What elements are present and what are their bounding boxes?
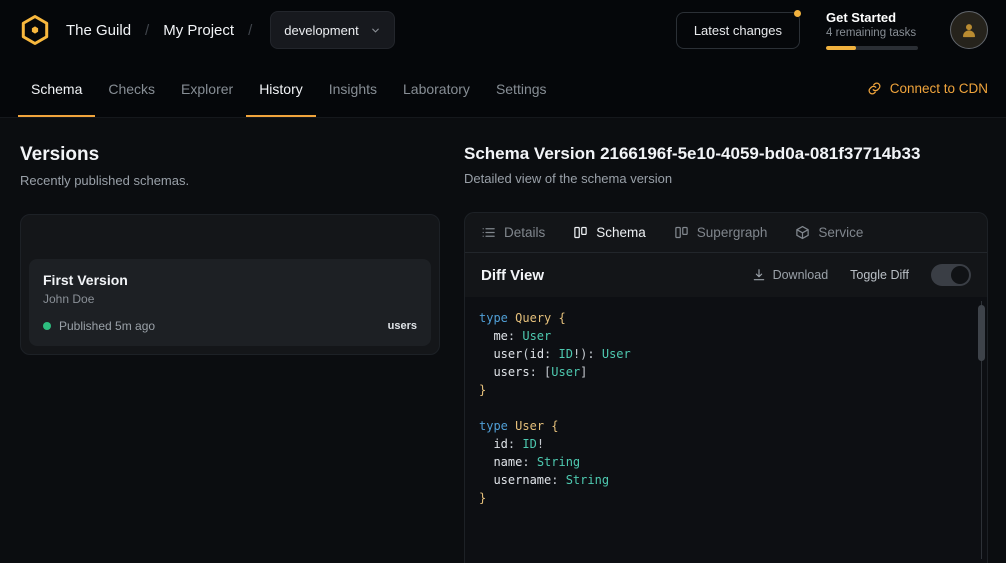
- person-icon: [959, 20, 979, 40]
- detail-tab-label: Schema: [596, 225, 646, 240]
- breadcrumb-separator: /: [248, 22, 252, 39]
- schema-code-viewer[interactable]: type Query { me: User user(id: ID!): Use…: [465, 297, 987, 563]
- get-started-widget[interactable]: Get Started 4 remaining tasks: [826, 10, 924, 50]
- version-status: Published 5m ago: [59, 319, 155, 333]
- notification-dot: [794, 10, 801, 17]
- tab-schema[interactable]: Schema: [18, 60, 95, 117]
- code-line: }: [479, 381, 963, 399]
- code-content: type Query { me: User user(id: ID!): Use…: [479, 309, 963, 507]
- detail-tab-schema[interactable]: Schema: [573, 225, 646, 240]
- diff-view-actions: Download Toggle Diff: [752, 264, 971, 286]
- download-label: Download: [773, 268, 829, 282]
- target-nav-tabs: Schema Checks Explorer History Insights …: [0, 60, 1006, 118]
- tab-explorer[interactable]: Explorer: [168, 60, 246, 117]
- version-author: John Doe: [43, 292, 417, 306]
- detail-tab-label: Service: [818, 225, 863, 240]
- code-line: name: String: [479, 453, 963, 471]
- code-line: me: User: [479, 327, 963, 345]
- version-status-row: Published 5m ago users: [43, 319, 417, 333]
- detail-tab-supergraph[interactable]: Supergraph: [674, 225, 768, 240]
- hexagon-logo-icon: [18, 13, 52, 47]
- published-status-dot: [43, 322, 51, 330]
- app-root: The Guild / My Project / development Lat…: [0, 0, 1006, 563]
- detail-tab-service[interactable]: Service: [795, 225, 863, 240]
- columns-icon: [573, 225, 588, 240]
- list-icon: [481, 225, 496, 240]
- versions-card: First Version John Doe Published 5m ago …: [20, 214, 440, 355]
- code-line: username: String: [479, 471, 963, 489]
- versions-subtitle: Recently published schemas.: [20, 173, 440, 188]
- hive-logo[interactable]: [18, 13, 52, 47]
- connect-to-cdn-label: Connect to CDN: [890, 81, 988, 96]
- code-line: type Query {: [479, 309, 963, 327]
- detail-tab-label: Supergraph: [697, 225, 768, 240]
- tab-laboratory[interactable]: Laboratory: [390, 60, 483, 117]
- get-started-subtitle: 4 remaining tasks: [826, 27, 924, 39]
- link-icon: [867, 81, 882, 96]
- chevron-down-icon: [370, 25, 381, 36]
- user-avatar[interactable]: [950, 11, 988, 49]
- service-badge: users: [388, 320, 417, 332]
- versions-title: Versions: [20, 144, 440, 166]
- version-name: First Version: [43, 272, 417, 288]
- latest-changes-button[interactable]: Latest changes: [676, 12, 800, 49]
- tab-history[interactable]: History: [246, 60, 316, 117]
- download-icon: [752, 268, 766, 282]
- versions-column: Versions Recently published schemas. Fir…: [20, 144, 440, 563]
- code-scrollbar-thumb[interactable]: [978, 305, 985, 361]
- breadcrumb-separator: /: [145, 22, 149, 39]
- tab-insights[interactable]: Insights: [316, 60, 390, 117]
- progress-fill: [826, 46, 856, 50]
- breadcrumb-project[interactable]: My Project: [163, 22, 234, 39]
- code-line: type User {: [479, 417, 963, 435]
- download-button[interactable]: Download: [752, 268, 829, 282]
- get-started-progress-track: [826, 46, 918, 50]
- code-line: id: ID!: [479, 435, 963, 453]
- connect-to-cdn-link[interactable]: Connect to CDN: [867, 60, 988, 117]
- toggle-diff-label: Toggle Diff: [850, 268, 909, 282]
- code-line: user(id: ID!): User: [479, 345, 963, 363]
- diff-view-title: Diff View: [481, 267, 544, 284]
- detail-tab-bar: Details Schema Supergraph: [465, 213, 987, 253]
- cube-icon: [795, 225, 810, 240]
- detail-tab-label: Details: [504, 225, 545, 240]
- version-detail-panel: Details Schema Supergraph: [464, 212, 988, 563]
- header-right: Latest changes Get Started 4 remaining t…: [676, 10, 988, 50]
- tab-settings[interactable]: Settings: [483, 60, 560, 117]
- code-line: }: [479, 489, 963, 507]
- columns-icon: [674, 225, 689, 240]
- latest-changes-label: Latest changes: [694, 23, 782, 38]
- get-started-title: Get Started: [826, 10, 924, 25]
- code-line: [479, 399, 963, 417]
- code-line: users: [User]: [479, 363, 963, 381]
- detail-tab-details[interactable]: Details: [481, 225, 545, 240]
- environment-dropdown-value: development: [284, 23, 358, 38]
- breadcrumb-org[interactable]: The Guild: [66, 22, 131, 39]
- main-content: Versions Recently published schemas. Fir…: [0, 118, 1006, 563]
- version-list-item[interactable]: First Version John Doe Published 5m ago …: [29, 259, 431, 346]
- toggle-diff-switch[interactable]: [931, 264, 971, 286]
- diff-view-header: Diff View Download Toggle Diff: [465, 253, 987, 297]
- top-header: The Guild / My Project / development Lat…: [0, 0, 1006, 60]
- tab-checks[interactable]: Checks: [95, 60, 168, 117]
- version-detail-subtitle: Detailed view of the schema version: [464, 171, 988, 186]
- version-detail-title: Schema Version 2166196f-5e10-4059-bd0a-0…: [464, 144, 988, 164]
- environment-dropdown[interactable]: development: [270, 11, 394, 49]
- toggle-knob: [951, 266, 969, 284]
- version-detail-column: Schema Version 2166196f-5e10-4059-bd0a-0…: [464, 144, 988, 563]
